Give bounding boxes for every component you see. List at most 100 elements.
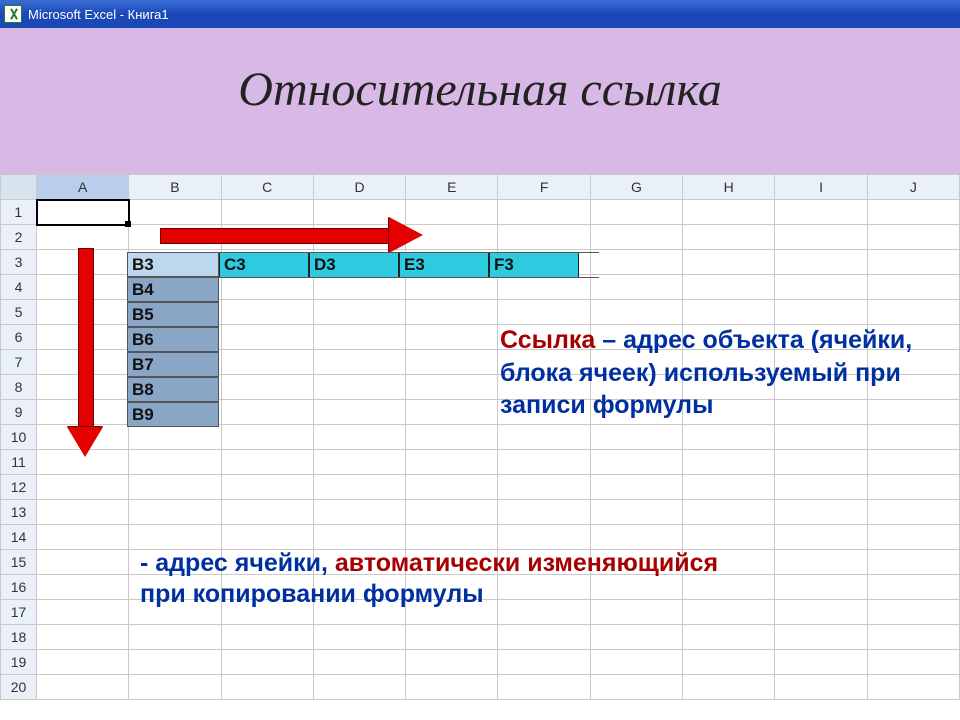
- cell[interactable]: [498, 450, 590, 475]
- cell[interactable]: [775, 600, 867, 625]
- cell[interactable]: [37, 575, 129, 600]
- cell[interactable]: [867, 500, 959, 525]
- cell[interactable]: [775, 250, 867, 275]
- cell[interactable]: [683, 500, 775, 525]
- cell[interactable]: [221, 250, 313, 275]
- cell[interactable]: [221, 325, 313, 350]
- cell[interactable]: [867, 525, 959, 550]
- cell[interactable]: [498, 250, 590, 275]
- cell[interactable]: [406, 450, 498, 475]
- cell[interactable]: [406, 425, 498, 450]
- cell[interactable]: [867, 475, 959, 500]
- cell[interactable]: [406, 300, 498, 325]
- column-header[interactable]: F: [498, 175, 590, 200]
- cell[interactable]: [37, 325, 129, 350]
- cell[interactable]: [590, 200, 682, 225]
- cell[interactable]: [406, 250, 498, 275]
- cell[interactable]: [775, 450, 867, 475]
- cell[interactable]: [221, 425, 313, 450]
- cell[interactable]: [867, 250, 959, 275]
- column-header[interactable]: G: [590, 175, 682, 200]
- row-header[interactable]: 14: [1, 525, 37, 550]
- cell[interactable]: [221, 300, 313, 325]
- cell[interactable]: [867, 200, 959, 225]
- cell[interactable]: [683, 575, 775, 600]
- cell[interactable]: [498, 575, 590, 600]
- cell[interactable]: [775, 275, 867, 300]
- cell[interactable]: [498, 550, 590, 575]
- cell[interactable]: [406, 625, 498, 650]
- cell[interactable]: [129, 350, 221, 375]
- row-header[interactable]: 20: [1, 675, 37, 700]
- cell[interactable]: [683, 375, 775, 400]
- cell[interactable]: [129, 375, 221, 400]
- cell[interactable]: [775, 300, 867, 325]
- cell[interactable]: [313, 250, 405, 275]
- cell[interactable]: [313, 600, 405, 625]
- cell[interactable]: [313, 575, 405, 600]
- cell[interactable]: [498, 350, 590, 375]
- row-header[interactable]: 11: [1, 450, 37, 475]
- cell[interactable]: [221, 550, 313, 575]
- cell[interactable]: [498, 475, 590, 500]
- cell[interactable]: [406, 275, 498, 300]
- column-header[interactable]: I: [775, 175, 867, 200]
- cell[interactable]: [406, 550, 498, 575]
- cell[interactable]: [775, 200, 867, 225]
- cell[interactable]: [775, 575, 867, 600]
- cell[interactable]: [590, 575, 682, 600]
- cell[interactable]: [406, 350, 498, 375]
- cell[interactable]: [221, 625, 313, 650]
- cell[interactable]: [37, 300, 129, 325]
- cell[interactable]: [590, 325, 682, 350]
- row-header[interactable]: 13: [1, 500, 37, 525]
- cell[interactable]: [313, 375, 405, 400]
- cell[interactable]: [406, 375, 498, 400]
- cell[interactable]: [221, 225, 313, 250]
- cell[interactable]: [775, 350, 867, 375]
- row-header[interactable]: 9: [1, 400, 37, 425]
- cell[interactable]: [683, 675, 775, 700]
- row-header[interactable]: 18: [1, 625, 37, 650]
- cell[interactable]: [37, 525, 129, 550]
- cell[interactable]: [683, 300, 775, 325]
- select-all-corner[interactable]: [1, 175, 37, 200]
- cell[interactable]: [683, 475, 775, 500]
- cell[interactable]: [775, 500, 867, 525]
- cell[interactable]: [683, 325, 775, 350]
- cell[interactable]: [867, 375, 959, 400]
- cell[interactable]: [221, 600, 313, 625]
- cell[interactable]: [129, 650, 221, 675]
- cell[interactable]: [221, 450, 313, 475]
- column-header[interactable]: B: [129, 175, 221, 200]
- cell[interactable]: [867, 225, 959, 250]
- cell[interactable]: [498, 200, 590, 225]
- cell[interactable]: [313, 650, 405, 675]
- cell[interactable]: [313, 225, 405, 250]
- cell[interactable]: [129, 425, 221, 450]
- cell[interactable]: [129, 450, 221, 475]
- cell[interactable]: [498, 650, 590, 675]
- cell[interactable]: [37, 375, 129, 400]
- cell[interactable]: [590, 625, 682, 650]
- column-header[interactable]: A: [37, 175, 129, 200]
- cell[interactable]: [498, 400, 590, 425]
- cell[interactable]: [867, 300, 959, 325]
- cell[interactable]: [129, 225, 221, 250]
- row-header[interactable]: 8: [1, 375, 37, 400]
- cell[interactable]: [37, 550, 129, 575]
- cell[interactable]: [129, 400, 221, 425]
- cell[interactable]: [590, 275, 682, 300]
- cell[interactable]: [221, 650, 313, 675]
- cell[interactable]: [498, 325, 590, 350]
- cell[interactable]: [406, 525, 498, 550]
- cell[interactable]: [590, 250, 682, 275]
- cell[interactable]: [590, 425, 682, 450]
- column-header[interactable]: H: [683, 175, 775, 200]
- cell[interactable]: [406, 475, 498, 500]
- cell[interactable]: [590, 375, 682, 400]
- cell[interactable]: [775, 550, 867, 575]
- cell[interactable]: [683, 600, 775, 625]
- cell[interactable]: [498, 275, 590, 300]
- cell[interactable]: [37, 475, 129, 500]
